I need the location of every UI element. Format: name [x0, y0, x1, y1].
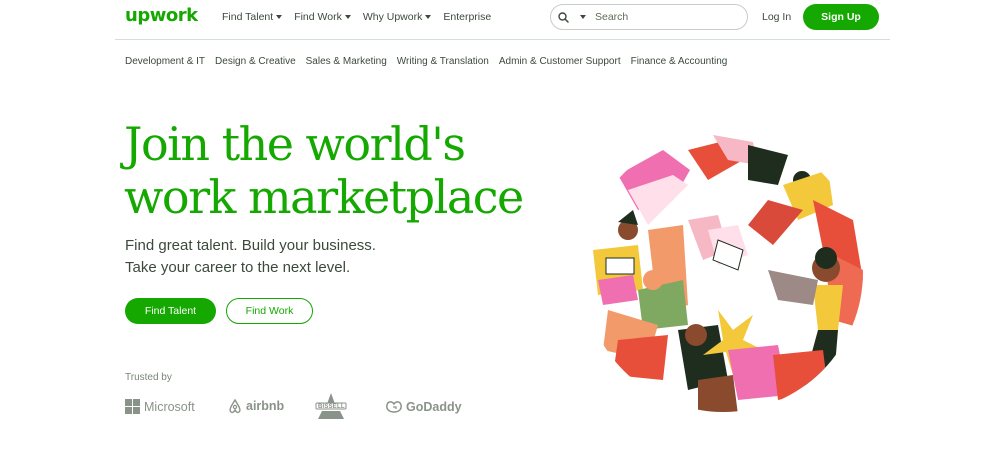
find-talent-button[interactable]: Find Talent — [125, 298, 216, 324]
chevron-down-icon — [344, 15, 351, 19]
trusted-by-label: Trusted by — [125, 372, 172, 383]
nav-find-work[interactable]: Find Work — [294, 11, 351, 23]
trusted-logos: Microsoft airbnb BISSELL GoDaddy — [125, 392, 485, 420]
logo-text: BISSELL — [318, 404, 345, 410]
nav-label: Enterprise — [443, 11, 492, 23]
nav-find-talent[interactable]: Find Talent — [222, 11, 283, 23]
chevron-down-icon[interactable] — [580, 15, 586, 19]
category-sales-marketing[interactable]: Sales & Marketing — [306, 56, 387, 67]
airbnb-logo: airbnb — [228, 398, 284, 414]
chevron-down-icon — [276, 15, 283, 19]
logo-text: Microsoft — [144, 399, 195, 414]
signup-button[interactable]: Sign Up — [803, 4, 879, 30]
category-admin-support[interactable]: Admin & Customer Support — [499, 56, 621, 67]
upwork-logo[interactable]: upwork — [125, 5, 198, 26]
top-navigation: upwork Find Talent Find Work Why Upwork … — [0, 0, 1000, 38]
header-divider — [115, 39, 890, 40]
login-link[interactable]: Log In — [762, 11, 791, 23]
nav-why-upwork[interactable]: Why Upwork — [363, 11, 432, 23]
hero-subtitle: Find great talent. Build your business. … — [125, 235, 376, 279]
microsoft-logo: Microsoft — [125, 399, 195, 414]
category-bar: Development & IT Design & Creative Sales… — [125, 56, 737, 67]
bissell-logo: BISSELL — [314, 392, 348, 420]
category-development-it[interactable]: Development & IT — [125, 56, 205, 67]
search-input[interactable] — [595, 11, 745, 23]
main-nav: Find Talent Find Work Why Upwork Enterpr… — [222, 11, 503, 23]
hero-subtitle-line: Find great talent. Build your business. — [125, 237, 376, 254]
search-icon[interactable] — [558, 10, 578, 24]
category-finance-accounting[interactable]: Finance & Accounting — [631, 56, 728, 67]
find-work-button[interactable]: Find Work — [226, 298, 313, 324]
hero-illustration — [578, 130, 868, 415]
hero-subtitle-line: Take your career to the next level. — [125, 259, 351, 276]
nav-enterprise[interactable]: Enterprise — [443, 11, 491, 23]
category-design-creative[interactable]: Design & Creative — [215, 56, 296, 67]
chevron-down-icon — [425, 15, 432, 19]
hero-title-line: work marketplace — [124, 170, 524, 224]
nav-label: Find Talent — [222, 11, 274, 23]
logo-text: airbnb — [246, 399, 285, 413]
logo-text: GoDaddy — [406, 399, 462, 414]
godaddy-logo: GoDaddy — [385, 399, 462, 414]
hero-title-line: Join the world's — [124, 117, 466, 171]
nav-label: Find Work — [294, 11, 342, 23]
hero-title: Join the world's work marketplace — [124, 118, 584, 224]
category-writing-translation[interactable]: Writing & Translation — [397, 56, 489, 67]
nav-label: Why Upwork — [362, 11, 423, 23]
search-box — [550, 4, 748, 30]
